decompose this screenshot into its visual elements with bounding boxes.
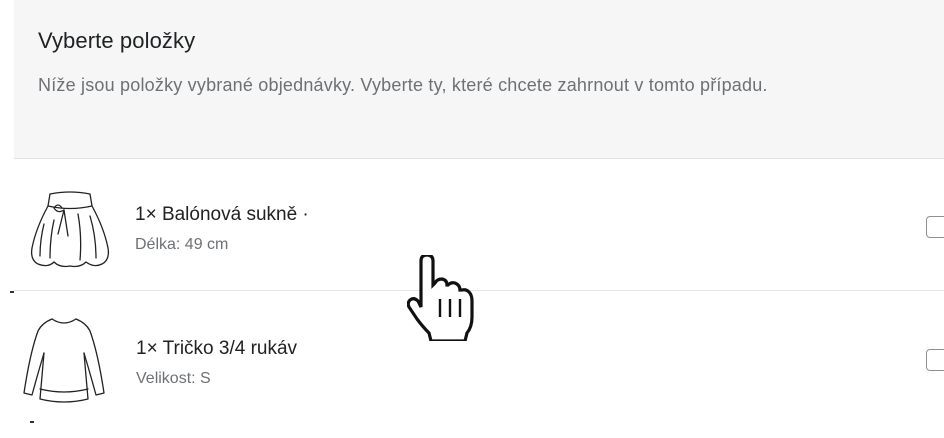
item-title: 1× Tričko 3/4 rukáv: [136, 338, 298, 359]
item-select-checkbox[interactable]: [926, 349, 944, 371]
edge-artifact: [10, 291, 14, 293]
section-title: Vyberte položky: [38, 28, 196, 53]
edge-artifact: [30, 421, 34, 423]
item-select-checkbox[interactable]: [926, 216, 944, 238]
item-title: 1× Balónová sukně ·: [135, 204, 309, 225]
tshirt-icon: [23, 318, 105, 403]
select-items-page: Vyberte položky Níže jsou položky vybran…: [0, 0, 944, 438]
hand-pointer-cursor-icon: [407, 255, 474, 341]
item-variant: Délka: 49 cm: [135, 236, 229, 253]
item-variant: Velikost: S: [136, 370, 211, 387]
select-items-header: Vyberte položky Níže jsou položky vybran…: [14, 0, 944, 159]
section-description: Níže jsou položky vybrané objednávky. Vy…: [38, 75, 768, 95]
balloon-skirt-icon: [30, 191, 110, 268]
